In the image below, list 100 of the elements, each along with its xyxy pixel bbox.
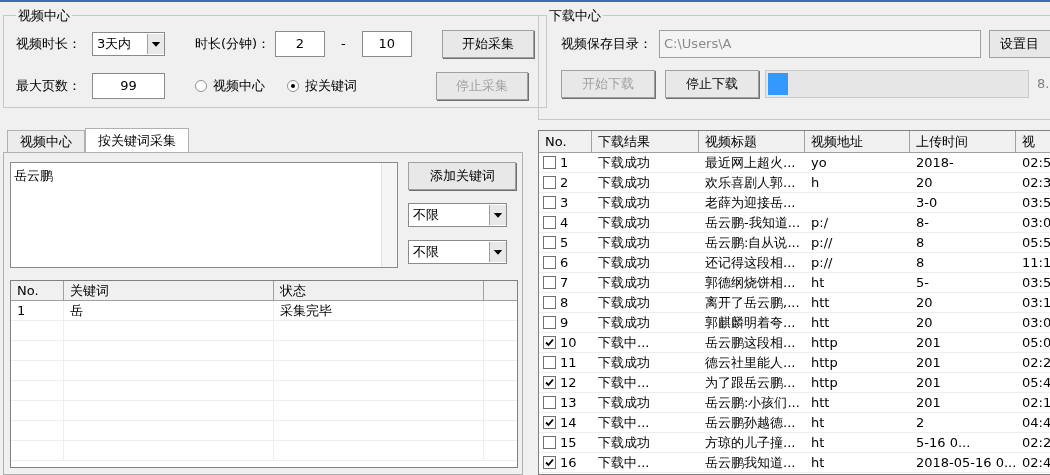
checkbox[interactable] <box>543 436 556 449</box>
table-cell: 05:5 <box>1022 234 1050 250</box>
column-header[interactable]: 状态 <box>274 280 484 300</box>
table-cell: 8 <box>916 234 925 250</box>
table-cell: 02:3 <box>1022 174 1050 190</box>
add-keyword-button[interactable]: 添加关键词 <box>408 161 516 190</box>
table-cell-text: 12 <box>560 373 577 392</box>
start-collect-button[interactable]: 开始采集 <box>441 29 534 58</box>
min-minutes-field[interactable]: 2 <box>275 30 325 57</box>
checkbox[interactable] <box>543 176 556 189</box>
dropdown-field[interactable]: 不限 <box>408 202 507 227</box>
table-cell: 下载成功 <box>598 154 650 170</box>
checkbox[interactable] <box>543 276 556 289</box>
column-header[interactable]: 视 <box>1016 131 1050 152</box>
table-cell: 方琼的儿子撞... <box>705 434 796 450</box>
table-cell: http <box>811 374 838 390</box>
table-cell: 5- <box>916 274 929 290</box>
group-title: 下载中心 <box>548 7 602 25</box>
table-cell: 1 <box>11 300 64 320</box>
column-header[interactable]: 视频地址 <box>805 131 910 152</box>
tab[interactable]: 按关键词采集 <box>85 127 189 152</box>
checkbox[interactable] <box>543 336 556 349</box>
table-cell: 郭德纲烧饼相... <box>705 274 796 290</box>
table-cell: 02:5 <box>1022 154 1050 170</box>
table-cell: 04:4 <box>1022 414 1050 430</box>
table-cell: 下载成功 <box>598 314 650 330</box>
table-cell: p:/ <box>811 214 828 230</box>
save-dir-label: 视频保存目录： <box>561 34 653 53</box>
table-cell: 为了跟岳云鹏... <box>705 374 796 390</box>
table-cell: 岳云鹏这段相... <box>705 334 796 350</box>
table-cell: 欢乐喜剧人郭... <box>705 174 796 190</box>
table-cell: 8- <box>916 214 929 230</box>
column-header[interactable]: 关键词 <box>64 280 274 300</box>
table-cell: p:// <box>811 234 833 250</box>
max-pages-label: 最大页数： <box>16 76 82 95</box>
table-cell: 02:1 <box>1022 394 1050 410</box>
table-cell: 岳云鹏:小孩们... <box>705 394 800 410</box>
table-cell: 11:1 <box>1022 254 1050 270</box>
checkbox[interactable] <box>543 256 556 269</box>
table-cell: 下载成功 <box>598 234 650 250</box>
table-cell: 郭麒麟明着夸... <box>705 314 796 330</box>
column-header[interactable]: No. <box>539 131 592 152</box>
radio-option[interactable]: 视频中心 <box>195 75 265 96</box>
column-header[interactable]: 下载结果 <box>592 131 699 152</box>
table-cell: 201 <box>916 394 941 410</box>
column-header[interactable]: 视频标题 <box>699 131 805 152</box>
checkbox[interactable] <box>543 316 556 329</box>
progress-text: 8. <box>1037 74 1050 93</box>
table-cell: 下载中... <box>598 454 650 470</box>
checkbox[interactable] <box>543 416 556 429</box>
table-cell: 2018- <box>916 154 954 170</box>
table-cell: htt <box>811 294 830 310</box>
table-cell: 岳 <box>64 300 274 320</box>
checkbox[interactable] <box>543 236 556 249</box>
table-cell: htt <box>811 394 830 410</box>
table-cell: 201 <box>916 374 941 390</box>
column-header[interactable]: 上传时间 <box>910 131 1016 152</box>
keyword-input-area[interactable]: 岳云鹏 <box>10 161 398 268</box>
table-cell-text: 7 <box>560 273 569 292</box>
table-cell: 下载中... <box>598 334 650 350</box>
table-cell: 岳云鹏孙越德... <box>705 414 796 430</box>
table-cell: htt <box>811 314 830 330</box>
table-cell: 02:2 <box>1022 434 1050 450</box>
group-title: 视频中心 <box>17 7 71 25</box>
max-pages-field[interactable]: 99 <box>92 72 165 99</box>
table-cell-text: 6 <box>560 253 569 272</box>
set-dir-button[interactable]: 设置目 <box>989 29 1050 58</box>
table-cell: 岳云鹏-我知道... <box>705 214 801 230</box>
max-minutes-field[interactable]: 10 <box>361 30 412 57</box>
scrollbar[interactable] <box>381 162 397 267</box>
tab[interactable]: 视频中心 <box>7 129 85 152</box>
stop-download-button[interactable]: 停止下载 <box>665 69 759 98</box>
table-cell-text: 5 <box>560 233 569 252</box>
table-cell-text: 11 <box>560 353 577 372</box>
table-cell: 岳云鹏:自从说... <box>705 234 800 250</box>
table-cell-text: 16 <box>560 453 577 472</box>
checkbox[interactable] <box>543 296 556 309</box>
checkbox[interactable] <box>543 376 556 389</box>
dropdown-field[interactable]: 不限 <box>408 239 507 264</box>
checkbox[interactable] <box>543 196 556 209</box>
checkbox[interactable] <box>543 156 556 169</box>
duration-label: 视频时长： <box>16 34 82 53</box>
checkbox[interactable] <box>543 396 556 409</box>
table-cell: 下载成功 <box>598 254 650 270</box>
table-cell-text: 15 <box>560 433 577 452</box>
table-cell: 下载中... <box>598 414 650 430</box>
table-cell: 采集完毕 <box>274 300 484 320</box>
checkbox[interactable] <box>543 216 556 229</box>
checkbox[interactable] <box>543 356 556 369</box>
dropdown-field[interactable]: 3天内 <box>92 31 165 56</box>
table-cell: 8 <box>916 254 925 270</box>
table-cell: 下载成功 <box>598 354 650 370</box>
table-cell: 03:5 <box>1022 274 1050 290</box>
table-cell: p:// <box>811 254 833 270</box>
column-header[interactable]: No. <box>11 280 64 300</box>
table-cell: 3-0 <box>916 194 938 210</box>
radio-option[interactable]: 按关键词 <box>287 75 357 96</box>
table-cell: 下载成功 <box>598 394 650 410</box>
table-cell: 下载成功 <box>598 434 650 450</box>
checkbox[interactable] <box>543 456 556 469</box>
